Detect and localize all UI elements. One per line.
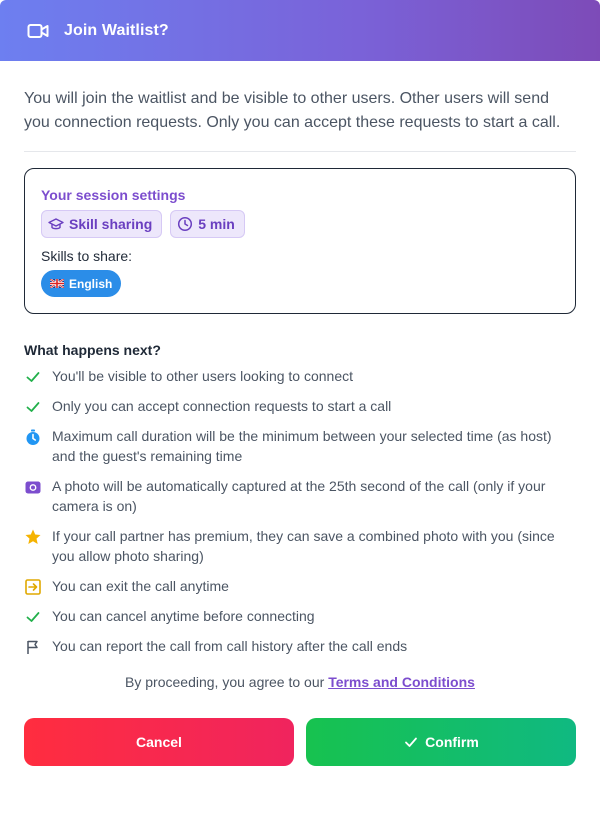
skill-pill-english: English — [41, 270, 122, 297]
dialog-title: Join Waitlist? — [64, 21, 169, 39]
list-item-text: Maximum call duration will be the minimu… — [52, 428, 552, 464]
list-item: Only you can accept connection requests … — [24, 396, 576, 416]
check-icon — [405, 737, 418, 747]
list-item-text: You can cancel anytime before connecting — [52, 608, 315, 624]
list-item: A photo will be automatically captured a… — [24, 476, 576, 516]
skills-label: Skills to share: — [41, 248, 133, 264]
session-duration-label: 5 min — [198, 216, 235, 232]
dialog-actions: Cancel Confirm — [24, 718, 576, 766]
intro-text: You will join the waitlist and be visibl… — [24, 90, 561, 131]
stopwatch-icon — [24, 428, 42, 446]
terms-agreement: By proceeding, you agree to our Terms an… — [24, 674, 576, 690]
list-item: You'll be visible to other users looking… — [24, 366, 576, 386]
skill-label: English — [69, 276, 113, 291]
list-item-text: You can report the call from call histor… — [52, 638, 408, 654]
session-type-label: Skill sharing — [69, 216, 153, 232]
list-item: If your call partner has premium, they c… — [24, 526, 576, 566]
check-icon — [24, 608, 42, 626]
next-steps-list: You'll be visible to other users looking… — [24, 366, 576, 656]
divider — [24, 151, 576, 152]
list-item-text: Only you can accept connection requests … — [52, 398, 392, 414]
session-duration-chip: 5 min — [170, 210, 245, 238]
list-item: You can cancel anytime before connecting — [24, 606, 576, 626]
graduation-cap-icon — [48, 218, 64, 230]
clock-icon — [178, 216, 193, 232]
check-icon — [24, 398, 42, 416]
list-item: Maximum call duration will be the minimu… — [24, 426, 576, 466]
video-camera-icon — [27, 23, 49, 39]
list-item-text: If your call partner has premium, they c… — [52, 528, 555, 564]
join-waitlist-dialog: Join Waitlist? You will join the waitlis… — [0, 0, 600, 818]
dialog-header: Join Waitlist? — [0, 0, 600, 61]
session-settings-title: Your session settings — [41, 187, 186, 203]
flag-icon — [24, 638, 42, 656]
list-item: You can report the call from call histor… — [24, 636, 576, 656]
session-settings-card: Your session settings Skill sharing 5 mi… — [24, 168, 576, 314]
uk-flag-icon — [50, 279, 64, 288]
list-item: You can exit the call anytime — [24, 576, 576, 596]
list-item-text: You can exit the call anytime — [52, 578, 229, 594]
next-steps-title: What happens next? — [24, 342, 161, 358]
terms-prefix: By proceeding, you agree to our — [125, 674, 329, 690]
terms-link[interactable]: Terms and Conditions — [328, 674, 475, 690]
cancel-label: Cancel — [136, 734, 182, 750]
exit-icon — [24, 578, 42, 596]
star-icon — [24, 528, 42, 546]
camera-icon — [24, 478, 42, 496]
cancel-button[interactable]: Cancel — [24, 718, 294, 766]
session-type-chip: Skill sharing — [41, 210, 163, 238]
confirm-label: Confirm — [425, 734, 479, 750]
check-icon — [24, 368, 42, 386]
list-item-text: A photo will be automatically captured a… — [52, 478, 546, 514]
list-item-text: You'll be visible to other users looking… — [52, 368, 354, 384]
confirm-button[interactable]: Confirm — [306, 718, 576, 766]
